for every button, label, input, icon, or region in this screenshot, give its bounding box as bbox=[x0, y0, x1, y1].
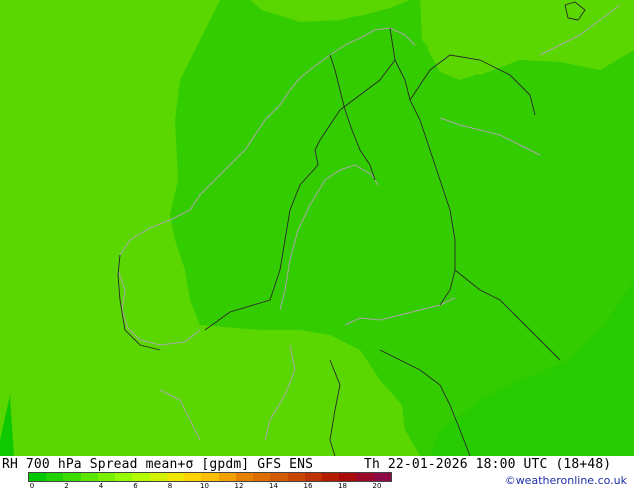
legend-tick-label: 10 bbox=[200, 482, 209, 490]
legend-swatch bbox=[80, 473, 98, 481]
legend-tick-label: 2 bbox=[64, 482, 69, 490]
legend-swatch bbox=[356, 473, 374, 481]
legend-swatch bbox=[235, 473, 254, 481]
legend-swatch bbox=[321, 473, 340, 481]
legend-swatch bbox=[339, 473, 357, 481]
map-title-right: Th 22-01-2026 18:00 UTC (18+48) bbox=[364, 457, 612, 472]
legend-swatch bbox=[149, 473, 167, 481]
legend-swatch bbox=[29, 473, 47, 481]
color-legend bbox=[28, 472, 392, 482]
legend-swatch bbox=[46, 473, 64, 481]
legend-swatch bbox=[201, 473, 219, 481]
legend-swatch bbox=[304, 473, 322, 481]
legend-tick-label: 12 bbox=[234, 482, 244, 490]
legend-tick-label: 8 bbox=[167, 482, 173, 490]
legend-swatch bbox=[184, 473, 202, 481]
legend-tick-label: 18 bbox=[338, 482, 347, 490]
legend-swatch bbox=[115, 473, 133, 481]
legend-swatch bbox=[287, 473, 305, 481]
weather-map bbox=[0, 0, 634, 456]
legend-tick-label: 14 bbox=[269, 482, 278, 490]
legend-tick-label: 4 bbox=[98, 482, 104, 490]
legend-swatch bbox=[218, 473, 236, 481]
credit-link[interactable]: ©weatheronline.co.uk bbox=[505, 474, 627, 487]
legend-tick-label: 16 bbox=[303, 482, 313, 490]
legend-tick-label: 6 bbox=[133, 482, 138, 490]
legend-swatch bbox=[270, 473, 288, 481]
legend-tick-label: 0 bbox=[29, 482, 35, 490]
legend-swatch bbox=[97, 473, 116, 481]
legend-tick-label: 20 bbox=[372, 482, 382, 490]
legend-swatch bbox=[63, 473, 81, 481]
legend-swatch bbox=[253, 473, 271, 481]
legend-swatch bbox=[373, 473, 391, 481]
map-title: RH 700 hPa Spread mean+σ [gpdm] GFS ENS … bbox=[2, 457, 611, 502]
legend-swatch bbox=[166, 473, 185, 481]
map-title-left: RH 700 hPa Spread mean+σ [gpdm] GFS ENS bbox=[2, 457, 314, 472]
legend-swatch bbox=[132, 473, 150, 481]
